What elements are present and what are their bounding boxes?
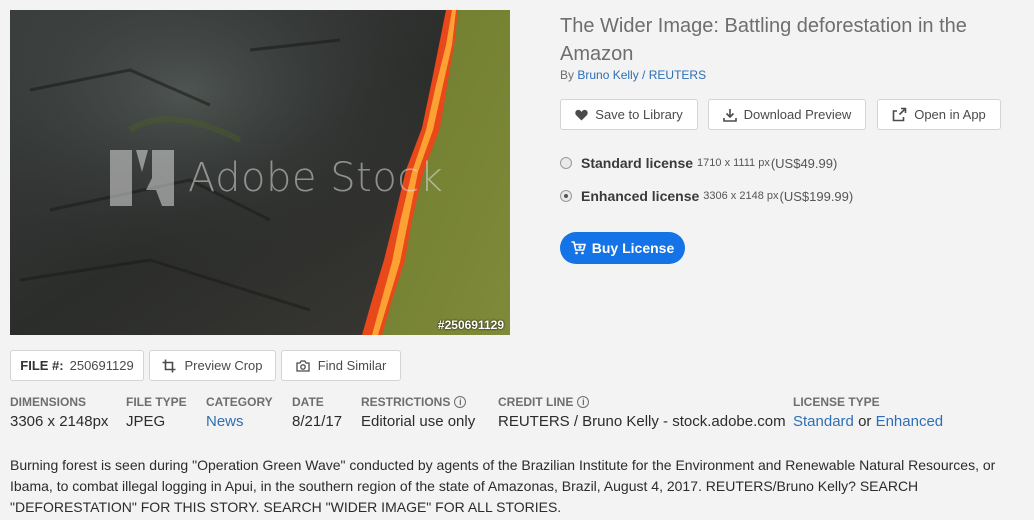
- category-link[interactable]: News: [206, 413, 244, 430]
- byline: By Bruno Kelly / REUTERS: [560, 68, 706, 82]
- restrictions-header: RESTRICTIONS i: [361, 395, 467, 409]
- license-dimensions: 1710 x 1111 px: [697, 157, 770, 169]
- download-icon: [722, 108, 737, 122]
- date-value: 8/21/17: [292, 413, 343, 430]
- dimensions-value: 3306 x 2148px: [10, 413, 109, 430]
- preview-image[interactable]: Adobe Stock #250691129: [10, 10, 510, 335]
- crop-icon: [162, 359, 176, 372]
- page-title: The Wider Image: Battling deforestation …: [560, 15, 967, 65]
- preview-crop-label: Preview Crop: [184, 358, 263, 373]
- download-preview-button[interactable]: Download Preview: [708, 99, 866, 130]
- adobe-logo-icon: [110, 150, 174, 206]
- credit-line-value: REUTERS / Bruno Kelly - stock.adobe.com: [498, 413, 786, 430]
- save-to-library-button[interactable]: Save to Library: [560, 99, 698, 130]
- dimensions-label: DIMENSIONS: [10, 395, 87, 409]
- author-link[interactable]: Bruno Kelly / REUTERS: [577, 68, 706, 82]
- license-name: Standard license: [581, 155, 694, 171]
- download-label: Download Preview: [743, 107, 852, 122]
- category-label: CATEGORY: [206, 395, 273, 409]
- buy-license-button[interactable]: Buy License: [560, 232, 685, 264]
- license-name: Enhanced license: [581, 188, 700, 204]
- adobe-stock-watermark: Adobe Stock: [110, 150, 443, 206]
- standard-license-radio[interactable]: [560, 157, 572, 169]
- standard-license-option[interactable]: Standard license 1710 x 1111 px (US$49.9…: [560, 155, 837, 171]
- enhanced-license-radio[interactable]: [560, 190, 572, 202]
- preview-crop-button[interactable]: Preview Crop: [149, 350, 276, 381]
- open-in-app-button[interactable]: Open in App: [877, 99, 1001, 130]
- restrictions-label: RESTRICTIONS: [361, 395, 451, 409]
- date-label: DATE: [292, 395, 324, 409]
- credit-line-info-icon[interactable]: i: [577, 396, 590, 408]
- license-type-joiner: or: [858, 413, 872, 430]
- restrictions-info-icon[interactable]: i: [454, 396, 467, 408]
- enhanced-license-link[interactable]: Enhanced: [876, 413, 944, 430]
- image-id-badge: #250691129: [437, 318, 504, 332]
- buy-label: Buy License: [591, 240, 675, 256]
- file-type-value: JPEG: [126, 413, 166, 430]
- file-number-value: 250691129: [69, 358, 134, 373]
- license-dimensions: 3306 x 2148 px: [703, 190, 779, 202]
- file-type-label: FILE TYPE: [126, 395, 187, 409]
- credit-line-header: CREDIT LINE i: [498, 395, 590, 409]
- find-similar-button[interactable]: Find Similar: [281, 350, 401, 381]
- enhanced-license-option[interactable]: Enhanced license 3306 x 2148 px (US$199.…: [560, 188, 853, 204]
- license-price: (US$49.99): [770, 155, 838, 171]
- file-number-label: FILE #:: [20, 358, 64, 373]
- image-description: Burning forest is seen during "Operation…: [10, 457, 996, 515]
- find-similar-label: Find Similar: [317, 358, 387, 373]
- license-type-value: Standard or Enhanced: [793, 413, 943, 430]
- license-type-label: LICENSE TYPE: [793, 395, 880, 409]
- standard-license-link[interactable]: Standard: [793, 413, 854, 430]
- byline-prefix: By: [560, 68, 575, 82]
- save-label: Save to Library: [595, 107, 683, 122]
- heart-icon: [575, 109, 588, 120]
- share-out-icon: [892, 107, 907, 122]
- camera-icon: [296, 359, 310, 372]
- license-price: (US$199.99): [779, 188, 854, 204]
- file-number-box: FILE #: 250691129: [10, 350, 144, 381]
- watermark-text: Adobe Stock: [188, 155, 444, 201]
- restrictions-value: Editorial use only: [361, 413, 476, 430]
- open-label: Open in App: [914, 107, 986, 122]
- credit-line-label: CREDIT LINE: [498, 395, 574, 409]
- cart-icon: [571, 241, 586, 255]
